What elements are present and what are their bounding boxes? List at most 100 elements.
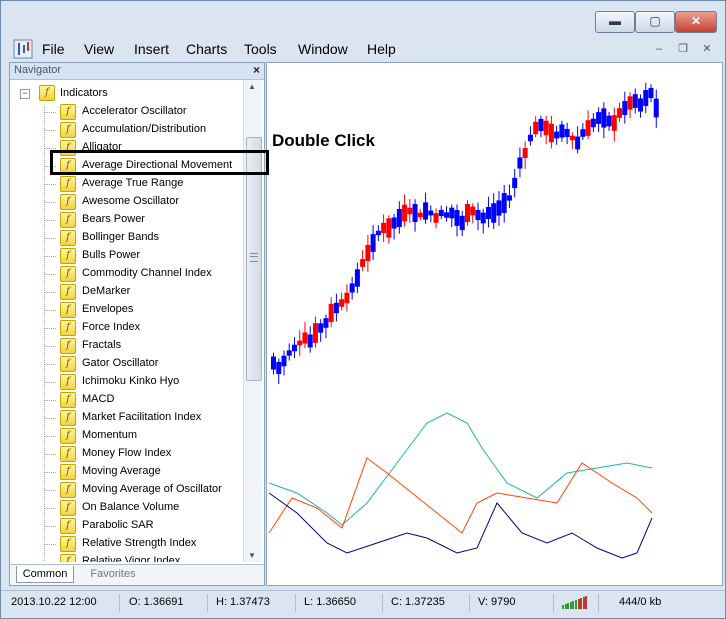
candle-body <box>559 124 565 138</box>
indicator-label: Envelopes <box>82 303 134 315</box>
collapse-icon[interactable]: − <box>20 89 30 99</box>
indicator-icon: f <box>60 500 76 516</box>
candle-body <box>417 212 423 218</box>
indicator-item[interactable]: f Moving Average of Oscillator <box>44 481 240 499</box>
candle-body <box>632 94 638 108</box>
tree-connector <box>44 238 56 239</box>
tree-connector <box>44 472 56 473</box>
indicator-item[interactable]: f Fractals <box>44 337 240 355</box>
menu-window[interactable]: Window <box>298 41 348 57</box>
candle-body <box>606 115 612 127</box>
scroll-down-icon[interactable]: ▼ <box>248 551 256 560</box>
candle-body <box>386 218 392 238</box>
indicator-item[interactable]: f DeMarker <box>44 283 240 301</box>
candle-body <box>622 101 628 115</box>
navigator-close-button[interactable]: × <box>253 63 260 77</box>
mdi-restore-button[interactable]: ❐ <box>676 42 690 56</box>
indicator-icon: f <box>60 554 76 562</box>
indicator-item[interactable]: f Ichimoku Kinko Hyo <box>44 373 240 391</box>
indicator-item[interactable]: f Envelopes <box>44 301 240 319</box>
candle-body <box>286 350 292 356</box>
candle-body <box>617 108 623 118</box>
indicator-icon: f <box>60 482 76 498</box>
candle-body <box>454 210 460 226</box>
candle-body <box>585 120 591 136</box>
minimize-window-button[interactable]: ▬ <box>595 11 635 33</box>
status-divider <box>207 594 208 612</box>
tree-connector <box>44 274 56 275</box>
indicator-item[interactable]: f Money Flow Index <box>44 445 240 463</box>
indicator-item[interactable]: f Momentum <box>44 427 240 445</box>
candle-body <box>569 135 575 141</box>
indicator-label: Accelerator Oscillator <box>82 105 187 117</box>
indicator-item[interactable]: f Accelerator Oscillator <box>44 103 240 121</box>
indicator-item[interactable]: f Market Facilitation Index <box>44 409 240 427</box>
candle-body <box>291 344 297 352</box>
menu-view[interactable]: View <box>84 41 114 57</box>
close-window-button[interactable]: ✕ <box>675 11 717 33</box>
indicator-item[interactable]: f Parabolic SAR <box>44 517 240 535</box>
indicator-icon: f <box>60 320 76 336</box>
maximize-window-button[interactable]: ▢ <box>635 11 675 33</box>
candle-body <box>339 299 345 307</box>
candle-body <box>491 203 497 223</box>
indicator-icon: f <box>60 104 76 120</box>
indicator-item[interactable]: f On Balance Volume <box>44 499 240 517</box>
indicator-label: Money Flow Index <box>82 447 172 459</box>
indicator-icon: f <box>60 374 76 390</box>
indicator-folder-icon: f <box>39 85 55 101</box>
indicator-item[interactable]: f Gator Oscillator <box>44 355 240 373</box>
indicator-item[interactable]: f Average True Range <box>44 175 240 193</box>
indicator-item[interactable]: f Accumulation/Distribution <box>44 121 240 139</box>
mdi-close-button[interactable]: ✕ <box>700 42 714 56</box>
candle-body <box>580 129 586 137</box>
indicator-icon: f <box>60 392 76 408</box>
tree-connector <box>44 130 56 131</box>
indicator-item[interactable]: f Bears Power <box>44 211 240 229</box>
candle-body <box>354 269 360 287</box>
indicator-item[interactable]: f MACD <box>44 391 240 409</box>
indicator-item[interactable]: f Awesome Oscillator <box>44 193 240 211</box>
candle-body <box>527 134 533 142</box>
navigator-tabs: Common Favorites <box>10 564 264 585</box>
menu-tools[interactable]: Tools <box>244 41 277 57</box>
tab-common[interactable]: Common <box>16 566 74 583</box>
candle-body <box>548 123 554 143</box>
tree-connector <box>44 364 56 365</box>
candle-body <box>360 259 366 267</box>
tab-favorites[interactable]: Favorites <box>80 566 146 582</box>
status-divider <box>469 594 470 612</box>
indicator-item[interactable]: f Bulls Power <box>44 247 240 265</box>
indicator-icon: f <box>60 302 76 318</box>
indicator-icon: f <box>60 464 76 480</box>
indicator-item[interactable]: f Commodity Channel Index <box>44 265 240 283</box>
indicator-label: Moving Average <box>82 465 161 477</box>
tree-connector <box>44 544 56 545</box>
indicator-icon: f <box>60 122 76 138</box>
indicator-item[interactable]: f Bollinger Bands <box>44 229 240 247</box>
indicator-item[interactable]: f Moving Average <box>44 463 240 481</box>
menu-insert[interactable]: Insert <box>134 41 169 57</box>
menu-charts[interactable]: Charts <box>186 41 227 57</box>
scroll-up-icon[interactable]: ▲ <box>248 82 256 91</box>
indicator-item[interactable]: f Relative Vigor Index <box>44 553 240 562</box>
menu-file[interactable]: File <box>42 41 65 57</box>
status-datetime: 2013.10.22 12:00 <box>11 596 97 608</box>
connection-status-icon[interactable] <box>562 596 588 609</box>
status-high: H: 1.37473 <box>216 596 270 608</box>
menu-help[interactable]: Help <box>367 41 396 57</box>
candle-body <box>554 131 560 139</box>
mdi-minimize-button[interactable]: ‒ <box>652 42 666 56</box>
candle-body <box>465 203 470 223</box>
indicator-item[interactable]: f Force Index <box>44 319 240 337</box>
status-divider <box>382 594 383 612</box>
double-click-callout: Double Click <box>272 131 375 150</box>
candle-body <box>485 207 491 219</box>
tree-connector <box>44 400 56 401</box>
indicator-item[interactable]: f Relative Strength Index <box>44 535 240 553</box>
candle-body <box>480 212 486 224</box>
candle-body <box>522 148 528 158</box>
grip-icon <box>250 253 258 262</box>
candle-body <box>496 200 502 216</box>
tree-connector <box>44 382 56 383</box>
